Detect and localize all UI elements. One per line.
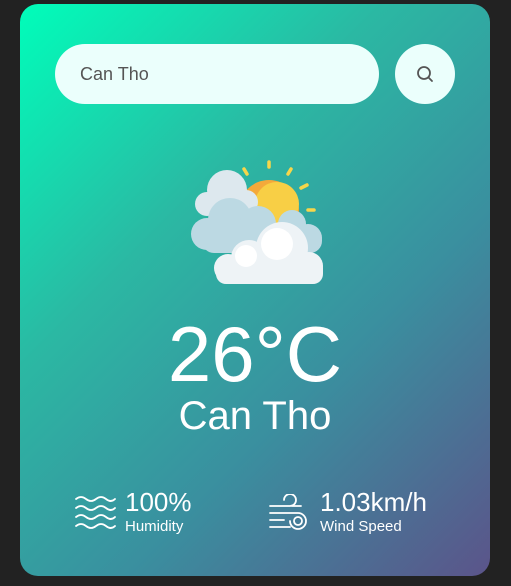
search-icon — [417, 66, 433, 82]
search-bar — [55, 44, 455, 104]
wind-detail: 1.03km/h Wind Speed — [268, 488, 468, 540]
humidity-detail: 100% Humidity — [74, 488, 234, 540]
humidity-value: 100% — [125, 487, 192, 517]
waves-icon — [75, 496, 116, 529]
wind-label: Wind Speed — [320, 518, 402, 535]
weather-card: 26°C Can Tho 100% Humidity 1.03km/h — [20, 4, 490, 576]
temperature: 26°C — [167, 310, 343, 398]
city-name: Can Tho — [178, 394, 332, 438]
wind-value: 1.03km/h — [320, 487, 427, 517]
wind-icon — [269, 494, 307, 530]
search-input[interactable] — [55, 44, 379, 104]
humidity-label: Humidity — [125, 518, 184, 535]
partly-cloudy-icon — [191, 160, 323, 284]
search-button[interactable] — [395, 44, 455, 104]
